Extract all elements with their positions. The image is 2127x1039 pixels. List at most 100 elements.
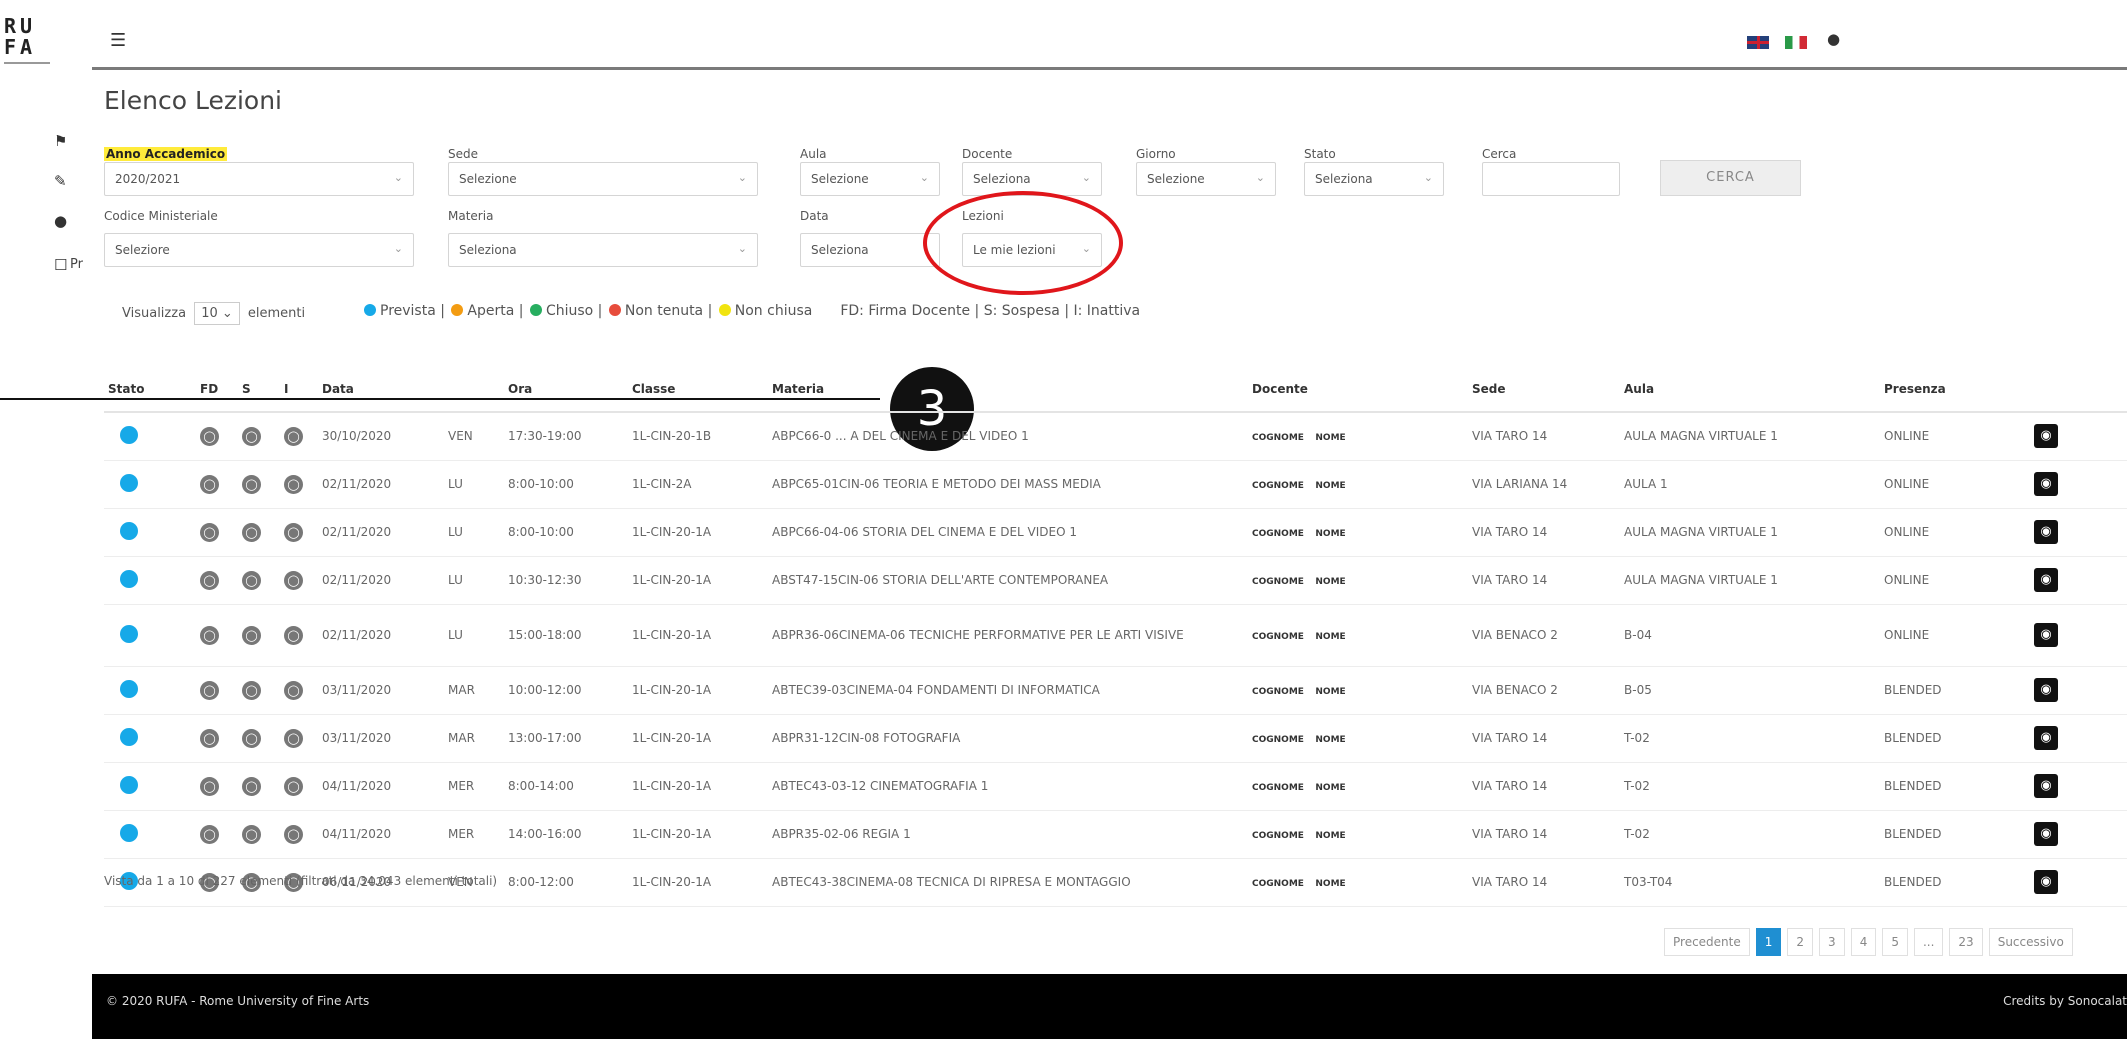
actions-cell[interactable]: ◉ [2030,508,2127,557]
column-header[interactable]: Data [318,366,444,413]
fd-icon[interactable]: ◯ [200,680,219,700]
materia-select[interactable]: Seleziona ⌄ [448,233,758,267]
inattiva-icon[interactable]: ◯ [284,474,303,494]
view-button[interactable]: ◉ [2034,520,2058,544]
actions-cell[interactable]: ◉ [2030,858,2127,907]
uk-flag-icon[interactable] [1747,36,1769,49]
actions-cell[interactable]: ◉ [2030,460,2127,509]
pager-page[interactable]: 23 [1949,928,1983,956]
column-header[interactable]: Docente [1248,366,1468,413]
fd-cell[interactable]: ◯ [196,604,238,667]
inattiva-icon[interactable]: ◯ [284,522,303,542]
sospesa-icon[interactable]: ◯ [242,522,261,542]
s-cell[interactable]: ◯ [238,666,280,715]
column-header[interactable]: Aula [1620,366,1880,413]
column-header[interactable]: Presenza [1880,366,2030,413]
fd-icon[interactable]: ◯ [200,474,219,494]
hamburger-icon[interactable]: ☰ [110,30,126,51]
s-cell[interactable]: ◯ [238,714,280,763]
pager-previous[interactable]: Precedente [1664,928,1750,956]
sede-select[interactable]: Selezione ⌄ [448,162,758,196]
pager-page[interactable]: 1 [1755,928,1782,956]
stato-select[interactable]: Seleziona ⌄ [1304,162,1444,196]
user-menu-icon[interactable]: ● [1827,30,1840,48]
s-cell[interactable]: ◯ [238,810,280,859]
fd-icon[interactable]: ◯ [200,776,219,796]
aula-select[interactable]: Selezione ⌄ [800,162,940,196]
i-cell[interactable]: ◯ [280,412,318,461]
view-button[interactable]: ◉ [2034,623,2058,647]
inattiva-icon[interactable]: ◯ [284,680,303,700]
i-cell[interactable]: ◯ [280,604,318,667]
column-header[interactable]: FD [196,366,238,413]
inattiva-icon[interactable]: ◯ [284,824,303,844]
view-button[interactable]: ◉ [2034,822,2058,846]
actions-cell[interactable]: ◉ [2030,666,2127,715]
actions-cell[interactable]: ◉ [2030,556,2127,605]
inattiva-icon[interactable]: ◯ [284,776,303,796]
sospesa-icon[interactable]: ◯ [242,426,261,446]
s-cell[interactable]: ◯ [238,412,280,461]
sospesa-icon[interactable]: ◯ [242,824,261,844]
document-icon[interactable]: ☐ [54,256,67,274]
fd-icon[interactable]: ◯ [200,824,219,844]
inattiva-icon[interactable]: ◯ [284,728,303,748]
column-header[interactable]: Ora [504,366,628,413]
i-cell[interactable]: ◯ [280,666,318,715]
fd-icon[interactable]: ◯ [200,625,219,645]
sospesa-icon[interactable]: ◯ [242,776,261,796]
pager-page[interactable]: ... [1913,928,1944,956]
column-header[interactable]: Materia [768,366,1248,413]
footer-credits[interactable]: Credits by Sonocalat [2003,994,2127,1008]
pager-page[interactable]: 5 [1882,928,1908,956]
fd-icon[interactable]: ◯ [200,426,219,446]
view-button[interactable]: ◉ [2034,678,2058,702]
inattiva-icon[interactable]: ◯ [284,426,303,446]
fd-cell[interactable]: ◯ [196,666,238,715]
s-cell[interactable]: ◯ [238,556,280,605]
logo[interactable]: RU FA [4,16,36,58]
view-button[interactable]: ◉ [2034,568,2058,592]
view-button[interactable]: ◉ [2034,774,2058,798]
pager-page[interactable]: 4 [1850,928,1877,956]
home-icon[interactable]: ⚑ [54,132,67,150]
cerca-button[interactable]: CERCA [1660,160,1801,196]
actions-cell[interactable]: ◉ [2030,604,2127,667]
i-cell[interactable]: ◯ [280,762,318,811]
i-cell[interactable]: ◯ [280,714,318,763]
sospesa-icon[interactable]: ◯ [242,728,261,748]
column-header[interactable]: Classe [628,366,768,413]
view-button[interactable]: ◉ [2034,472,2058,496]
actions-cell[interactable]: ◉ [2030,412,2127,461]
inattiva-icon[interactable]: ◯ [284,570,303,590]
fd-cell[interactable]: ◯ [196,556,238,605]
data-select[interactable]: Seleziona [800,233,940,267]
inattiva-icon[interactable]: ◯ [284,625,303,645]
sospesa-icon[interactable]: ◯ [242,625,261,645]
i-cell[interactable]: ◯ [280,460,318,509]
s-cell[interactable]: ◯ [238,604,280,667]
fd-icon[interactable]: ◯ [200,728,219,748]
pager-page[interactable]: 2 [1787,928,1814,956]
column-header[interactable]: S [238,366,280,413]
sospesa-icon[interactable]: ◯ [242,474,261,494]
fd-icon[interactable]: ◯ [200,570,219,590]
s-cell[interactable]: ◯ [238,508,280,557]
s-cell[interactable]: ◯ [238,460,280,509]
i-cell[interactable]: ◯ [280,508,318,557]
cerca-input[interactable] [1482,162,1620,196]
rail-label-pr[interactable]: Pr [70,257,83,272]
sospesa-icon[interactable]: ◯ [242,570,261,590]
column-header[interactable] [444,366,504,413]
fd-cell[interactable]: ◯ [196,460,238,509]
fd-icon[interactable]: ◯ [200,522,219,542]
column-header[interactable]: I [280,366,318,413]
fd-cell[interactable]: ◯ [196,762,238,811]
i-cell[interactable]: ◯ [280,810,318,859]
anno-select[interactable]: 2020/2021 ⌄ [104,162,414,196]
fd-cell[interactable]: ◯ [196,810,238,859]
i-cell[interactable]: ◯ [280,556,318,605]
view-button[interactable]: ◉ [2034,870,2058,894]
sospesa-icon[interactable]: ◯ [242,680,261,700]
actions-cell[interactable]: ◉ [2030,762,2127,811]
